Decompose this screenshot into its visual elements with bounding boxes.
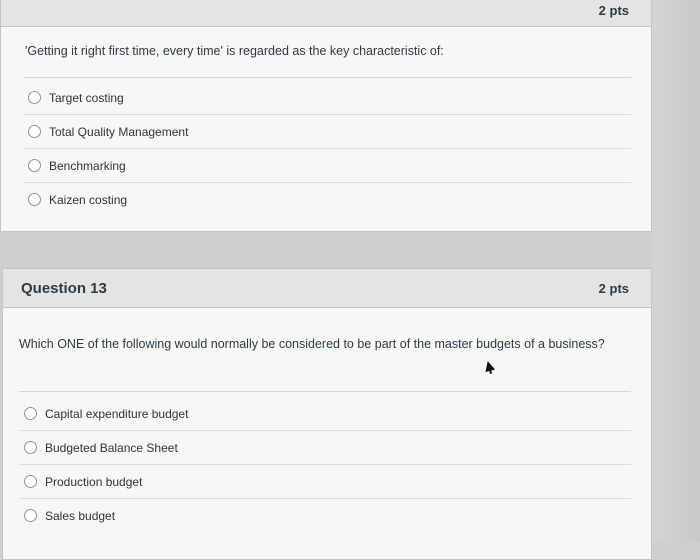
answer-option[interactable]: Kaizen costing (23, 183, 631, 216)
answer-option[interactable]: Sales budget (19, 499, 631, 532)
background-shade (652, 0, 700, 542)
radio-button[interactable] (24, 441, 37, 454)
radio-button[interactable] (28, 193, 41, 206)
answer-label: Budgeted Balance Sheet (45, 440, 178, 455)
radio-button[interactable] (24, 475, 37, 488)
answer-label: Benchmarking (49, 158, 126, 173)
question-title: Question 13 (21, 280, 107, 297)
answer-list: Capital expenditure budget Budgeted Bala… (19, 397, 631, 532)
question-points: 2 pts (598, 281, 629, 296)
question-text: 'Getting it right first time, every time… (25, 44, 444, 58)
answer-label: Production budget (45, 474, 143, 489)
divider (19, 391, 631, 392)
question-card-13: Question 13 2 pts Which ONE of the follo… (2, 268, 652, 560)
radio-button[interactable] (24, 407, 37, 420)
question-card-12: 2 pts 'Getting it right first time, ever… (0, 0, 652, 232)
answer-label: Target costing (49, 90, 124, 105)
answer-option[interactable]: Production budget (19, 465, 631, 499)
answer-list: Target costing Total Quality Management … (23, 81, 631, 216)
question-points: 2 pts (598, 3, 629, 18)
answer-option[interactable]: Benchmarking (23, 149, 631, 183)
answer-label: Total Quality Management (49, 124, 189, 139)
radio-button[interactable] (28, 159, 41, 172)
question-header: 2 pts (1, 0, 651, 27)
answer-option[interactable]: Total Quality Management (23, 115, 631, 149)
answer-label: Kaizen costing (49, 192, 128, 207)
answer-option[interactable]: Target costing (23, 81, 631, 115)
radio-button[interactable] (28, 91, 41, 104)
answer-label: Capital expenditure budget (45, 406, 189, 421)
question-header: Question 13 2 pts (3, 269, 651, 308)
answer-label: Sales budget (45, 508, 116, 523)
answer-option[interactable]: Capital expenditure budget (19, 397, 631, 431)
radio-button[interactable] (24, 509, 37, 522)
radio-button[interactable] (28, 125, 41, 138)
answer-option[interactable]: Budgeted Balance Sheet (19, 431, 631, 465)
divider (23, 77, 631, 78)
question-text: Which ONE of the following would normall… (19, 337, 605, 351)
